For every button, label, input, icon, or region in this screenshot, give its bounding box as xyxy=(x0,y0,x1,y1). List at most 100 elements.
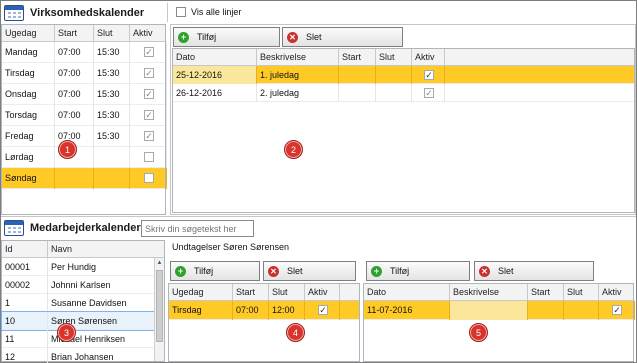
grid-header: Ugedag Start Slut Aktiv xyxy=(169,284,359,301)
column-header[interactable]: Start xyxy=(55,25,94,42)
column-header[interactable]: Dato xyxy=(173,49,257,66)
column-header[interactable]: Ugedag xyxy=(2,25,55,42)
weekday-row[interactable]: Mandag 07:00 15:30 ✓ xyxy=(2,42,167,63)
active-checkbox-checked[interactable]: ✓ xyxy=(424,70,434,80)
column-header[interactable]: Slut xyxy=(269,284,305,301)
column-header[interactable]: Slut xyxy=(564,284,599,301)
exception-date-row[interactable]: 11-07-2016 ✓ xyxy=(364,301,635,320)
add-label: Tilføj xyxy=(194,266,214,276)
active-cell: ✓ xyxy=(412,66,445,84)
active-checkbox[interactable] xyxy=(144,152,154,162)
weekday-row[interactable]: Torsdag 07:00 15:30 ✓ xyxy=(2,105,167,126)
active-cell xyxy=(130,168,167,189)
employee-scrollbar[interactable]: ▲ xyxy=(154,258,164,361)
grid-cell: Mandag xyxy=(2,42,55,63)
scrollbar-thumb[interactable] xyxy=(156,270,163,342)
grid-cell xyxy=(376,66,412,84)
column-header-filler xyxy=(340,284,361,301)
company-calendar-title: Virksomhedskalender xyxy=(30,7,145,19)
date-row[interactable]: 26-12-2016 2. juledag ✓ xyxy=(173,84,634,102)
column-header[interactable]: Slut xyxy=(376,49,412,66)
company-add-button[interactable]: + Tilføj xyxy=(173,27,280,47)
employee-search-input[interactable] xyxy=(141,220,254,237)
employee-weekday-add-button[interactable]: + Tilføj xyxy=(170,261,260,281)
callout-badge-4: 4 xyxy=(286,323,305,342)
employee-row[interactable]: 00002 Johnni Karlsen xyxy=(2,276,154,294)
exception-weekday-row[interactable]: Tirsdag 07:00 12:00 ✓ xyxy=(169,301,359,320)
exceptions-label: Undtagelser Søren Sørensen xyxy=(172,242,290,252)
column-header[interactable]: Dato xyxy=(364,284,450,301)
active-checkbox-checked[interactable]: ✓ xyxy=(424,88,434,98)
active-checkbox-checked[interactable]: ✓ xyxy=(144,89,154,99)
grid-cell: Onsdag xyxy=(2,84,55,105)
employee-row[interactable]: 10 Søren Sørensen xyxy=(1,311,155,331)
active-checkbox-checked[interactable]: ✓ xyxy=(144,110,154,120)
grid-header: Id Navn xyxy=(2,241,164,258)
company-delete-button[interactable]: ✕ Slet xyxy=(282,27,403,47)
grid-cell: Torsdag xyxy=(2,105,55,126)
weekday-row[interactable]: Lørdag xyxy=(2,147,167,168)
active-checkbox-checked[interactable]: ✓ xyxy=(612,305,622,315)
weekday-row[interactable]: Søndag xyxy=(2,168,167,189)
grid-cell xyxy=(450,301,528,320)
column-header[interactable]: Slut xyxy=(94,25,130,42)
delete-label: Slet xyxy=(306,32,322,42)
column-header[interactable]: Start xyxy=(528,284,564,301)
add-label: Tilføj xyxy=(390,266,410,276)
weekday-row[interactable]: Tirsdag 07:00 15:30 ✓ xyxy=(2,63,167,84)
active-cell: ✓ xyxy=(130,42,167,63)
grid-cell: 07:00 xyxy=(55,63,94,84)
employee-calendar-header: Medarbejderkalender xyxy=(4,220,141,236)
grid-cell xyxy=(55,168,94,189)
active-checkbox[interactable] xyxy=(144,173,154,183)
employee-date-delete-button[interactable]: ✕ Slet xyxy=(474,261,594,281)
column-header[interactable]: Aktiv xyxy=(412,49,445,66)
delete-label: Slet xyxy=(498,266,514,276)
column-header[interactable]: Beskrivelse xyxy=(257,49,339,66)
callout-badge-5: 5 xyxy=(469,323,488,342)
show-all-checkbox[interactable] xyxy=(176,7,186,17)
grid-cell: 15:30 xyxy=(94,63,130,84)
employee-row[interactable]: 00001 Per Hundig xyxy=(2,258,154,276)
date-row[interactable]: 25-12-2016 1. juledag ✓ xyxy=(173,66,634,84)
column-header[interactable]: Navn xyxy=(48,241,155,258)
active-checkbox-checked[interactable]: ✓ xyxy=(144,68,154,78)
employee-grid: Id Navn 00001 Per Hundig 00002 Johnni Karls… xyxy=(1,240,165,363)
grid-cell xyxy=(528,301,564,320)
show-all-lines-toggle[interactable]: Vis alle linjer xyxy=(176,7,241,17)
plus-circle-icon: + xyxy=(175,265,186,277)
employee-row[interactable]: 11 Michael Henriksen xyxy=(2,330,154,348)
column-header[interactable]: Id xyxy=(2,241,48,258)
column-header[interactable]: Ugedag xyxy=(169,284,233,301)
grid-cell: 07:00 xyxy=(233,301,269,320)
section-divider xyxy=(1,216,636,217)
grid-cell: Lørdag xyxy=(2,147,55,168)
column-header[interactable]: Beskrivelse xyxy=(450,284,528,301)
grid-cell: 10 xyxy=(2,312,48,330)
weekday-row[interactable]: Fredag 07:00 15:30 ✓ xyxy=(2,126,167,147)
employee-row[interactable]: 1 Susanne Davidsen xyxy=(2,294,154,312)
grid-cell: 12 xyxy=(2,348,48,363)
grid-cell: 1 xyxy=(2,294,48,312)
grid-cell: Fredag xyxy=(2,126,55,147)
x-circle-icon: ✕ xyxy=(268,265,279,277)
column-header[interactable]: Start xyxy=(339,49,376,66)
weekday-row[interactable]: Onsdag 07:00 15:30 ✓ xyxy=(2,84,167,105)
active-checkbox-checked[interactable]: ✓ xyxy=(144,131,154,141)
employee-weekday-delete-button[interactable]: ✕ Slet xyxy=(263,261,356,281)
x-circle-icon: ✕ xyxy=(287,31,298,43)
column-header[interactable]: Aktiv xyxy=(599,284,635,301)
column-header[interactable]: Aktiv xyxy=(130,25,167,42)
employee-date-add-button[interactable]: + Tilføj xyxy=(366,261,470,281)
active-checkbox-checked[interactable]: ✓ xyxy=(318,305,328,315)
column-header[interactable]: Aktiv xyxy=(305,284,340,301)
grid-cell xyxy=(94,168,130,189)
company-dates-grid: Dato Beskrivelse Start Slut Aktiv 25-12-… xyxy=(172,48,635,213)
column-header[interactable]: Start xyxy=(233,284,269,301)
callout-badge-1: 1 xyxy=(58,140,77,159)
employee-calendar-title: Medarbejderkalender xyxy=(30,222,141,234)
grid-cell: Johnni Karlsen xyxy=(51,280,111,290)
scroll-up-icon[interactable]: ▲ xyxy=(155,258,164,268)
employee-row[interactable]: 12 Brian Johansen xyxy=(2,348,154,363)
active-checkbox-checked[interactable]: ✓ xyxy=(144,47,154,57)
